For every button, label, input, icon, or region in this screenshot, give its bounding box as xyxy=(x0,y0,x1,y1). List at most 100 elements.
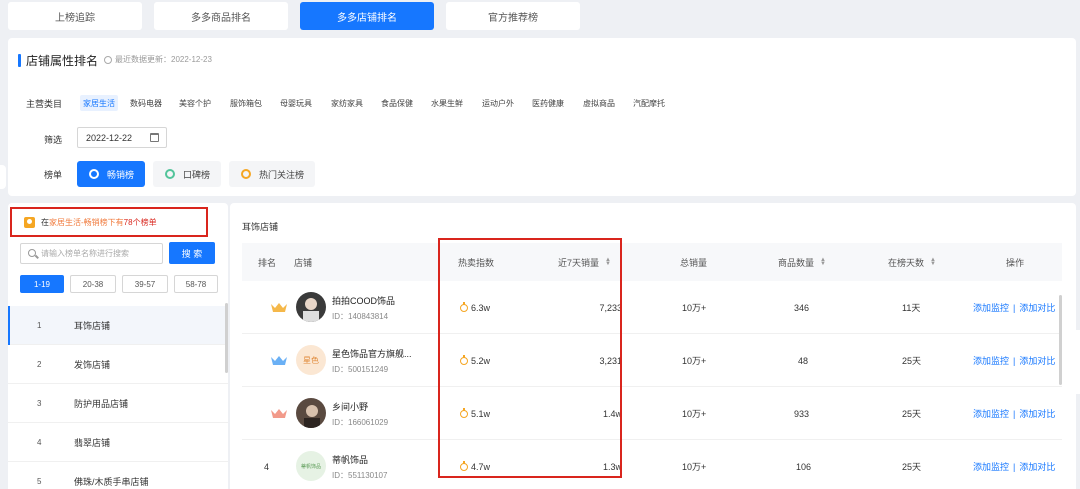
sales-7d: 1.3w xyxy=(602,461,622,472)
hot-index: 6.3w xyxy=(460,281,490,334)
rank-bestselling-button[interactable]: 畅销榜 xyxy=(77,161,145,187)
avatar: 星色 xyxy=(296,345,326,375)
list-scrollbar[interactable] xyxy=(225,303,228,373)
op-separator: | xyxy=(1013,408,1016,419)
category-food-health[interactable]: 食品保健 xyxy=(378,95,416,111)
category-beauty[interactable]: 美容个护 xyxy=(176,95,214,111)
tab-shop-ranking[interactable]: 多多店铺排名 xyxy=(300,2,434,30)
product-count: 933 xyxy=(794,408,810,419)
shop-name[interactable]: 星色饰品官方旗舰... xyxy=(332,347,412,360)
product-count: 346 xyxy=(794,302,810,313)
list-item[interactable]: 1 耳饰店铺 xyxy=(8,306,228,345)
total-sales: 10万+ xyxy=(682,409,707,419)
floating-side-tab[interactable] xyxy=(1070,330,1080,394)
category-textile-furniture[interactable]: 家纺家具 xyxy=(328,95,366,111)
add-monitor-link[interactable]: 添加监控 xyxy=(973,301,1009,314)
sort-icon[interactable]: ▲ ▼ xyxy=(930,257,936,267)
operations: 添加监控 | 添加对比 xyxy=(973,334,1055,387)
total-sales: 10万+ xyxy=(682,462,707,472)
search-input[interactable]: 请输入榜单名称进行搜索 xyxy=(20,243,163,264)
total-sales: 10万+ xyxy=(682,356,707,366)
collapse-handle[interactable] xyxy=(0,165,6,189)
hot-index: 5.2w xyxy=(460,334,490,387)
page-range-3[interactable]: 39-57 xyxy=(122,275,168,293)
crown-icon xyxy=(271,356,287,365)
col-rank: 排名 xyxy=(258,257,277,268)
category-digital[interactable]: 数码电器 xyxy=(127,95,165,111)
list-item[interactable]: 2 发饰店铺 xyxy=(8,345,228,384)
avatar xyxy=(296,398,326,428)
add-monitor-link[interactable]: 添加监控 xyxy=(973,407,1009,420)
search-placeholder: 请输入榜单名称进行搜索 xyxy=(41,249,129,258)
operations: 添加监控 | 添加对比 xyxy=(973,440,1055,489)
title-accent xyxy=(18,54,21,67)
page-range-1[interactable]: 1-19 xyxy=(20,275,64,293)
fire-icon xyxy=(460,301,468,312)
category-medical-health[interactable]: 医药健康 xyxy=(529,95,567,111)
result-category: 家居生活 xyxy=(49,217,81,227)
list-item-number: 1 xyxy=(37,320,42,330)
fire-icon xyxy=(460,354,468,365)
operations: 添加监控 | 添加对比 xyxy=(973,281,1055,334)
list-item[interactable]: 4 翡翠店铺 xyxy=(8,423,228,462)
category-sports-outdoor[interactable]: 运动户外 xyxy=(479,95,517,111)
list-item-name: 佛珠/木质手串店铺 xyxy=(74,476,149,487)
table-row: 拍拍COOD饰品 ID：140843814 6.3w 7,233 10万+ 34… xyxy=(242,281,1062,334)
col-sales-7d[interactable]: 近7天销量 ▲ ▼ xyxy=(558,243,611,281)
category-list-panel: 在 家居生活 -畅销榜下有 78个榜单 请输入榜单名称进行搜索 搜 索 1-19… xyxy=(8,203,228,489)
tab-listing-tracking[interactable]: 上榜追踪 xyxy=(8,2,142,30)
update-time: 最近数据更新：2022-12-23 xyxy=(104,54,212,65)
sort-icon[interactable]: ▲ ▼ xyxy=(820,257,826,267)
list-item-name: 翡翠店铺 xyxy=(74,437,111,448)
reputation-icon xyxy=(165,169,175,179)
date-value: 2022-12-22 xyxy=(86,132,133,143)
days-on-list: 25天 xyxy=(902,356,922,366)
add-compare-link[interactable]: 添加对比 xyxy=(1019,301,1055,314)
list-item[interactable]: 3 防护用品店铺 xyxy=(8,384,228,423)
bestselling-icon xyxy=(89,169,99,179)
avatar xyxy=(296,292,326,322)
category-home-living[interactable]: 家居生活 xyxy=(80,95,118,111)
shop-name[interactable]: 拍拍COOD饰品 xyxy=(332,294,395,307)
shop-table-panel: 耳饰店铺 排名 店铺 热卖指数 近7天销量 ▲ ▼ 总销量 商品数量 ▲ ▼ 在榜天… xyxy=(230,203,1076,489)
col-total-sales: 总销量 xyxy=(680,257,708,268)
list-item-name: 发饰店铺 xyxy=(74,359,111,370)
category-baby-toys[interactable]: 母婴玩具 xyxy=(277,95,315,111)
update-time-text: 最近数据更新：2022-12-23 xyxy=(115,55,212,64)
tab-official-recommend[interactable]: 官方推荐榜 xyxy=(446,2,580,30)
add-compare-link[interactable]: 添加对比 xyxy=(1019,407,1055,420)
add-monitor-link[interactable]: 添加监控 xyxy=(973,460,1009,473)
list-item-number: 3 xyxy=(37,398,42,408)
col-product-count[interactable]: 商品数量 ▲ ▼ xyxy=(778,243,826,281)
section-title: 耳饰店铺 xyxy=(242,222,279,232)
product-count: 106 xyxy=(796,461,812,472)
rank-reputation-button[interactable]: 口碑榜 xyxy=(153,161,221,187)
filter-label: 筛选 xyxy=(44,135,63,145)
page-title-text: 店铺属性排名 xyxy=(26,54,99,68)
list-item-name: 耳饰店铺 xyxy=(74,320,111,331)
rank-reputation-label: 口碑榜 xyxy=(183,169,211,180)
search-button[interactable]: 搜 索 xyxy=(169,242,215,264)
list-item[interactable]: 5 佛珠/木质手串店铺 xyxy=(8,462,228,489)
date-picker[interactable]: 2022-12-22 xyxy=(77,127,167,148)
col-days-on-list[interactable]: 在榜天数 ▲ ▼ xyxy=(888,243,936,281)
tab-product-ranking[interactable]: 多多商品排名 xyxy=(154,2,288,30)
table-scrollbar[interactable] xyxy=(1059,295,1062,385)
add-compare-link[interactable]: 添加对比 xyxy=(1019,354,1055,367)
page-range-4[interactable]: 58-78 xyxy=(174,275,218,293)
shop-name[interactable]: 蒂帆饰品 xyxy=(332,453,368,466)
rank-hot-follow-button[interactable]: 热门关注榜 xyxy=(229,161,315,187)
shop-name[interactable]: 乡间小野 xyxy=(332,400,368,413)
result-count: 78个榜单 xyxy=(123,217,157,227)
sort-icon[interactable]: ▲ ▼ xyxy=(605,257,611,267)
add-compare-link[interactable]: 添加对比 xyxy=(1019,460,1055,473)
add-monitor-link[interactable]: 添加监控 xyxy=(973,354,1009,367)
category-auto-moto[interactable]: 汽配摩托 xyxy=(630,95,668,111)
col-shop: 店铺 xyxy=(294,257,313,268)
hot-index: 5.1w xyxy=(460,387,490,440)
shop-id: ID：551130107 xyxy=(332,471,388,480)
category-virtual-goods[interactable]: 虚拟商品 xyxy=(580,95,618,111)
category-apparel[interactable]: 服饰箱包 xyxy=(227,95,265,111)
category-fruit-fresh[interactable]: 水果生鲜 xyxy=(428,95,466,111)
page-range-2[interactable]: 20-38 xyxy=(70,275,116,293)
